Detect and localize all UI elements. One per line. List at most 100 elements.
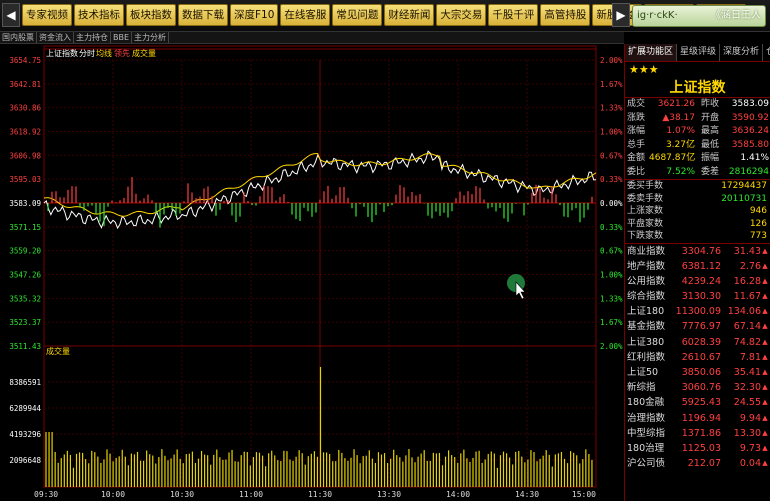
up-arrow-icon: ▲ xyxy=(762,261,768,270)
time-tick-label: 13:30 xyxy=(377,490,401,499)
scroll-left-button[interactable]: ◀ xyxy=(2,3,20,27)
index-row[interactable]: 治理指数 1196.94 9.94 ▲ xyxy=(625,411,770,426)
index-row-price: 11300.09 xyxy=(675,306,721,318)
index-row[interactable]: 180治理 1125.03 9.73 ▲ xyxy=(625,441,770,456)
pct-tick-label: 0.33% xyxy=(600,175,623,184)
index-row-name: 上证50 xyxy=(627,367,659,378)
index-row-change: 9.94 xyxy=(739,412,761,424)
sub-tab[interactable]: 主力分析 xyxy=(132,32,170,43)
stat-label: 平盘家数 xyxy=(627,218,664,229)
toolbar-button[interactable]: 大宗交易 xyxy=(436,4,487,26)
index-row-name: 180治理 xyxy=(627,442,665,454)
volume-tick-label: 6289944 xyxy=(9,404,41,413)
pct-tick-label: 2.00% xyxy=(600,56,623,65)
stat-value: 946 xyxy=(749,206,767,216)
toolbar-button[interactable]: 深度F10 xyxy=(230,4,279,26)
stat-value: 773 xyxy=(749,231,767,241)
up-arrow-icon: ▲ xyxy=(762,459,768,468)
rating-stars: ★★★ xyxy=(629,63,659,76)
index-row[interactable]: 上证50 3850.06 35.41 ▲ xyxy=(625,365,770,380)
quote-label: 昨收 xyxy=(701,99,720,109)
pct-tick-label: 1.00% xyxy=(600,128,623,137)
index-row[interactable]: 商业指数 3304.76 31.43 ▲ xyxy=(625,244,770,259)
volume-tick-label: 4193296 xyxy=(9,430,41,439)
toolbar-button[interactable]: 财经新闻 xyxy=(384,4,435,26)
sub-tab[interactable]: 资金流入 xyxy=(37,32,74,43)
index-row-name: 180金融 xyxy=(627,397,665,409)
panel-tab[interactable]: 星级评级 xyxy=(677,44,721,61)
quote-label: 成交 xyxy=(627,99,646,109)
stat-row: 下跌家数 773 xyxy=(625,230,770,243)
index-row[interactable]: 上证380 6028.39 74.82 ▲ xyxy=(625,335,770,350)
index-row-name: 新综指 xyxy=(627,382,656,394)
index-row[interactable]: 地产指数 6381.12 2.76 ▲ xyxy=(625,259,770,274)
quote-value: 3621.26 xyxy=(657,99,695,109)
index-row-change: 134.06 xyxy=(727,306,761,318)
index-row[interactable]: 红利指数 2610.67 7.81 ▲ xyxy=(625,350,770,365)
stat-row: 上涨家数 946 xyxy=(625,205,770,218)
toolbar-button[interactable]: 技术指标 xyxy=(74,4,124,26)
sub-tab-strip: 国内股票 资金流入 主力持仓 BBE 主力分析 xyxy=(0,32,624,44)
quote-row: 涨幅 1.07% 最高 3636.24 xyxy=(625,125,770,139)
pct-tick-label: 1.67% xyxy=(600,80,623,89)
index-row[interactable]: 180金融 5925.43 24.55 ▲ xyxy=(625,395,770,410)
toolbar-button[interactable]: 在线客服 xyxy=(280,4,331,26)
quote-label: 总手 xyxy=(627,139,646,150)
toolbar-button[interactable]: 专家视频 xyxy=(22,4,72,26)
toolbar-button[interactable]: 千股千评 xyxy=(488,4,539,26)
stat-value: 20110731 xyxy=(721,193,767,204)
up-arrow-icon: ▲ xyxy=(762,307,768,316)
sub-tab[interactable]: 国内股票 xyxy=(0,32,37,43)
index-row[interactable]: 新综指 3060.76 32.30 ▲ xyxy=(625,380,770,395)
stat-label: 委卖手数 xyxy=(627,193,664,204)
price-tick-label: 3618.92 xyxy=(9,128,41,137)
index-row-price: 3850.06 xyxy=(681,367,721,378)
price-tick-label: 3511.43 xyxy=(9,342,41,351)
toolbar-button[interactable]: 常见问题 xyxy=(332,4,383,26)
chart-series-name: 上证指数 xyxy=(46,48,78,58)
toolbar-button[interactable]: 高管持股 xyxy=(540,4,591,26)
quote-value: 3583.09 xyxy=(731,99,769,109)
quote-label: 委差 xyxy=(701,166,720,177)
quote-row: 金额 4687.87亿 振幅 1.41% xyxy=(625,152,770,166)
index-row[interactable]: 综合指数 3130.30 11.67 ▲ xyxy=(625,289,770,304)
quote-label: 振幅 xyxy=(701,153,720,163)
top-toolbar: ◀ 专家视频 技术指标 板块指数 数据下载 深度F10 在线客服 常见问题 财经新闻 大宗交易千… xyxy=(0,0,770,32)
index-list: 商业指数 3304.76 31.43 ▲ 地产指数 6381.12 2.76 ▲ 公用指数 423… xyxy=(625,242,770,472)
index-row-change: 16.28 xyxy=(733,275,761,287)
brand-logo[interactable]: ig·r·ckK· 《涵日王人 xyxy=(632,5,766,27)
panel-tab[interactable]: 扩展功能区 xyxy=(625,44,678,61)
quote-value: 2816294 xyxy=(728,166,769,177)
price-tick-label: 3583.09 xyxy=(9,199,41,208)
price-tick-label: 3571.15 xyxy=(9,223,41,232)
scroll-right-button[interactable]: ▶ xyxy=(612,3,630,27)
panel-tab[interactable]: 深度分析 xyxy=(720,44,764,61)
index-row[interactable]: 沪公司债 212.07 0.04 ▲ xyxy=(625,456,770,471)
index-row[interactable]: 中型综指 1371.86 13.30 ▲ xyxy=(625,426,770,441)
up-arrow-icon: ▲ xyxy=(762,428,768,437)
intraday-chart[interactable]: 上证指数 分时 均线 领先 成交量 3654.75 2.00% 3642.81 1.67% 363… xyxy=(0,44,624,501)
price-tick-label: 3547.26 xyxy=(9,271,41,280)
stat-row: 平盘家数 126 xyxy=(625,218,770,231)
quote-value: 1.41% xyxy=(740,153,769,163)
quote-table: 成交 3621.26 昨收 3583.09 涨跌 ▲38.17 开盘 3590.92 涨幅 1.0… xyxy=(625,98,770,179)
up-arrow-icon: ▲ xyxy=(762,368,768,376)
index-row-price: 1196.94 xyxy=(681,412,721,424)
quote-row: 成交 3621.26 昨收 3583.09 xyxy=(625,98,770,112)
toolbar-button[interactable]: 数据下载 xyxy=(178,4,228,26)
toolbar-button[interactable]: 板块指数 xyxy=(126,4,176,26)
index-row[interactable]: 上证180 11300.09 134.06 ▲ xyxy=(625,304,770,319)
sub-tab[interactable]: BBE xyxy=(111,32,133,43)
stat-row: 委卖手数 20110731 xyxy=(625,193,770,206)
up-arrow-icon: ▲ xyxy=(762,398,768,407)
price-tick-label: 3535.32 xyxy=(9,294,41,303)
pct-tick-label: 1.67% xyxy=(600,318,623,327)
panel-tab[interactable]: 仓 xyxy=(763,44,770,61)
index-row-price: 7776.97 xyxy=(681,321,721,333)
index-name: 上证指数 xyxy=(625,78,770,98)
index-row[interactable]: 基金指数 7776.97 67.14 ▲ xyxy=(625,319,770,334)
index-row[interactable]: 公用指数 4239.24 16.28 ▲ xyxy=(625,274,770,289)
volume-tick-label: 2096648 xyxy=(9,456,41,465)
sub-tab[interactable]: 主力持仓 xyxy=(74,32,111,43)
index-row-name: 基金指数 xyxy=(627,321,666,333)
